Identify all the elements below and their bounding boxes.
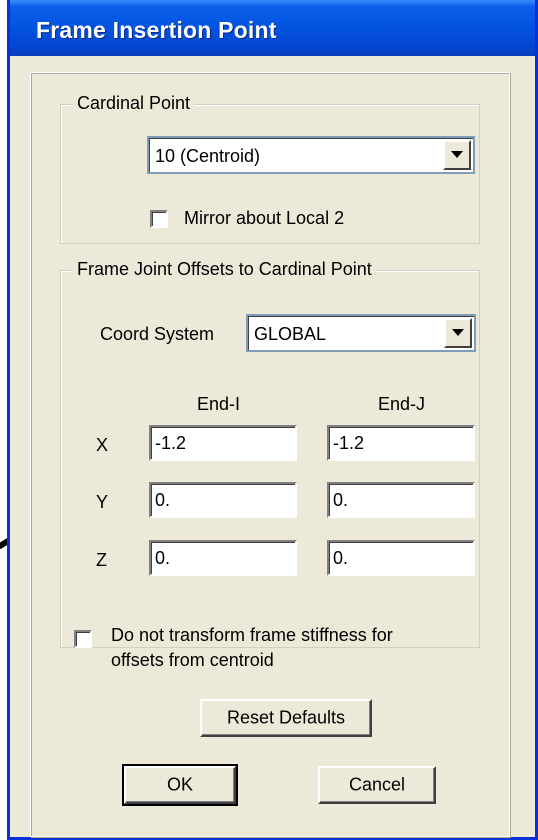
ok-label: OK — [166, 774, 193, 795]
window-title: Frame Insertion Point — [36, 17, 277, 43]
column-header-end-j: End-J — [378, 394, 426, 414]
x-end-j-field[interactable] — [327, 425, 475, 461]
y-end-j-field[interactable] — [327, 482, 475, 518]
axis-label-y: Y — [96, 492, 109, 512]
axis-label-z: Z — [96, 550, 107, 570]
dialog-body: Cardinal Point 10 (Centroid) Mirror abou… — [10, 56, 535, 837]
offsets-group-label: Frame Joint Offsets to Cardinal Point — [73, 259, 376, 280]
y-end-i-field[interactable] — [149, 482, 297, 518]
dialog-window: Frame Insertion Point Cardinal Point 10 … — [7, 0, 538, 840]
coord-system-label: Coord System — [100, 324, 215, 344]
x-end-i-field[interactable] — [149, 425, 297, 461]
ok-button[interactable]: OK — [122, 764, 238, 806]
coord-system-select[interactable]: GLOBAL — [246, 314, 476, 352]
reset-defaults-label: Reset Defaults — [226, 707, 346, 728]
cardinal-point-dropdown-button[interactable] — [443, 140, 471, 170]
axis-label-x: X — [96, 435, 109, 455]
cancel-label: Cancel — [348, 774, 406, 795]
cardinal-point-select[interactable]: 10 (Centroid) — [147, 136, 475, 174]
title-bar[interactable]: Frame Insertion Point — [10, 0, 535, 56]
mirror-checkbox[interactable] — [150, 210, 168, 228]
cancel-button[interactable]: Cancel — [318, 766, 436, 804]
z-end-i-field[interactable] — [149, 540, 297, 576]
stiffness-checkbox[interactable] — [74, 630, 92, 648]
cardinal-point-group-label: Cardinal Point — [73, 93, 195, 114]
stiffness-label-line2[interactable]: offsets from centroid — [111, 650, 274, 671]
column-header-end-i: End-I — [197, 394, 241, 414]
coord-system-value: GLOBAL — [254, 324, 327, 344]
chevron-down-icon — [451, 151, 463, 158]
reset-defaults-button[interactable]: Reset Defaults — [200, 699, 372, 737]
stiffness-label-line1[interactable]: Do not transform frame stiffness for — [111, 625, 393, 646]
z-end-j-field[interactable] — [327, 540, 475, 576]
cardinal-point-value: 10 (Centroid) — [155, 146, 261, 166]
chevron-down-icon — [452, 329, 464, 336]
coord-system-dropdown-button[interactable] — [444, 318, 472, 348]
mirror-label[interactable]: Mirror about Local 2 — [184, 208, 344, 229]
